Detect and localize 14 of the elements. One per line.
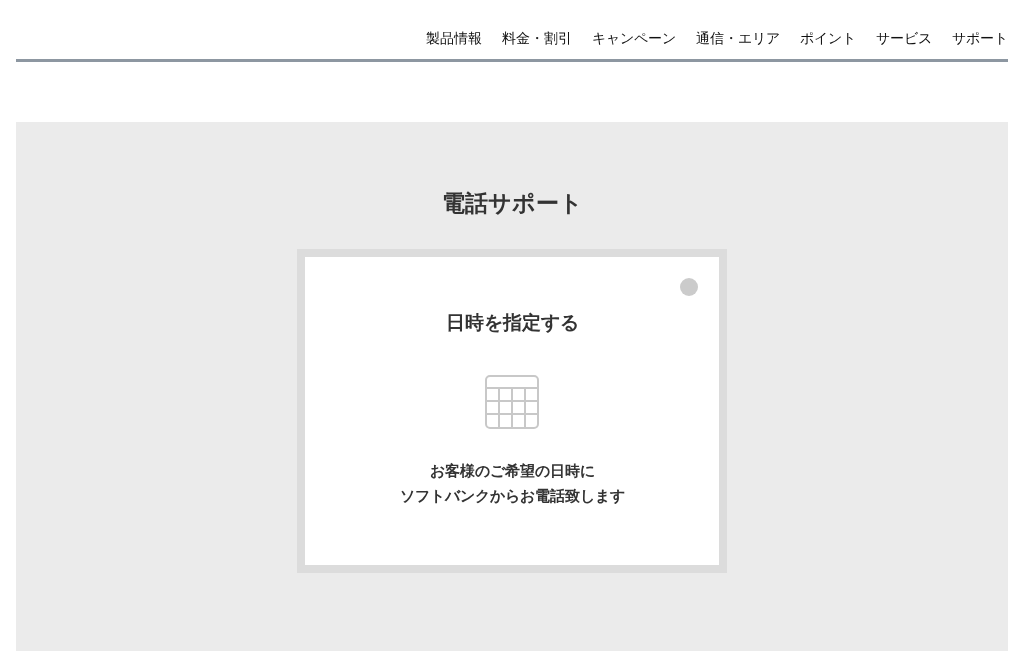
nav-link[interactable]: 製品情報 [426,28,482,48]
nav-link[interactable]: ポイント [800,28,856,48]
nav-link[interactable]: 通信・エリア [696,28,780,48]
radio-button[interactable] [680,278,698,296]
calendar-icon [485,375,539,429]
option-card[interactable]: 日時を指定する お客様のご希望の日時に ソフトバンクからお電話致します [297,249,727,573]
option-title: 日時を指定する [445,310,579,335]
option-description: ソフトバンクからお電話致します [399,486,625,507]
nav-link[interactable]: サービス [876,28,932,48]
option-description: お客様のご希望の日時に [429,461,595,482]
nav-link[interactable]: サポート [952,28,1008,48]
nav-link[interactable]: 料金・割引 [502,28,572,48]
section-title: 電話サポート [441,189,583,218]
nav-link[interactable]: キャンペーン [592,28,676,48]
